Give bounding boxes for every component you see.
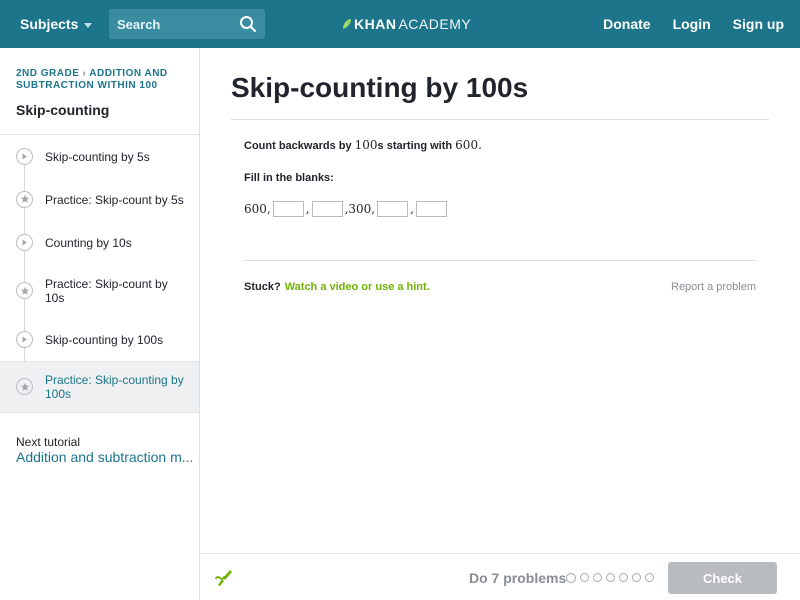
star-icon	[16, 378, 33, 395]
sequence-known-value: 300	[348, 202, 372, 216]
tutorial-sidebar: 2nd grade › Addition and subtraction withi…	[0, 48, 200, 600]
next-tutorial-label: Next tutorial	[16, 435, 81, 449]
progress-dot	[606, 573, 615, 582]
tutorial-title: Skip-counting	[16, 102, 110, 118]
donate-link[interactable]: Donate	[603, 16, 650, 32]
next-tutorial-link[interactable]: Addition and subtraction m...	[16, 449, 193, 465]
star-icon	[16, 282, 33, 299]
sequence-first-value: 600	[244, 202, 267, 216]
chevron-right-icon: ›	[82, 68, 87, 79]
prompt-period: .	[478, 138, 482, 152]
chevron-down-icon	[84, 22, 93, 28]
prompt-text: s starting with	[377, 140, 453, 152]
sidebar-item-skip-counting-by-5s[interactable]: Skip-counting by 5s	[0, 135, 199, 178]
problem-progress-dots	[566, 573, 654, 583]
comma: ,	[410, 202, 414, 216]
question-prompt: Count backwards by 100s starting with 60…	[244, 138, 482, 152]
page-title: Skip-counting by 100s	[231, 72, 529, 103]
report-problem-link[interactable]: Report a problem	[671, 281, 756, 293]
sidebar-item-counting-by-10s[interactable]: Counting by 10s	[0, 221, 199, 264]
play-icon	[16, 147, 33, 165]
signup-link[interactable]: Sign up	[733, 16, 784, 32]
logo-bold-text: KHAN	[354, 16, 397, 32]
answer-blank-4[interactable]	[415, 201, 447, 217]
divider	[244, 260, 756, 261]
subjects-menu-button[interactable]: Subjects	[20, 16, 93, 32]
prompt-text: Count backwards by	[244, 140, 352, 152]
sidebar-item-label: Practice: Skip-count by 5s	[45, 192, 184, 207]
sidebar-item-label: Practice: Skip-counting by 100s	[45, 373, 184, 401]
star-icon	[16, 190, 33, 208]
scratchpad-icon[interactable]	[214, 567, 234, 587]
comma: ,	[266, 202, 271, 216]
answer-blank-3[interactable]	[377, 201, 409, 217]
play-icon	[16, 330, 33, 348]
search-icon[interactable]	[239, 15, 257, 33]
search-box	[109, 9, 265, 39]
khan-academy-logo[interactable]: KHAN ACADEMY	[342, 16, 471, 32]
progress-dot	[645, 573, 654, 582]
leaf-icon	[343, 19, 351, 29]
stuck-row: Stuck? Watch a video or use a hint.	[244, 281, 430, 293]
fill-in-blanks-label: Fill in the blanks:	[244, 172, 334, 184]
progress-dot	[580, 573, 589, 582]
sidebar-item-practice-skip-count-5s[interactable]: Practice: Skip-count by 5s	[0, 178, 199, 221]
answer-sequence: 600, , , 300, ,	[244, 201, 449, 217]
account-nav: Donate Login Sign up	[603, 16, 784, 32]
answer-blank-1[interactable]	[272, 201, 304, 217]
tutorial-item-list: Skip-counting by 5s Practice: Skip-count…	[0, 134, 199, 413]
logo-light-text: ACADEMY	[398, 16, 472, 32]
exercise-footer: Do 7 problems Check	[200, 553, 800, 600]
sidebar-item-label: Skip-counting by 5s	[45, 149, 150, 164]
stuck-label: Stuck?	[244, 281, 281, 293]
sidebar-item-skip-counting-by-100s[interactable]: Skip-counting by 100s	[0, 318, 199, 361]
progress-dot	[632, 573, 641, 582]
sidebar-item-label: Practice: Skip-count by 10s	[45, 277, 168, 305]
check-button[interactable]: Check	[668, 562, 777, 594]
progress-dot	[593, 573, 602, 582]
answer-blank-2[interactable]	[311, 201, 343, 217]
prompt-start-value: 600	[455, 138, 479, 152]
breadcrumb: 2nd grade › Addition and subtraction withi…	[16, 68, 186, 92]
login-link[interactable]: Login	[673, 16, 711, 32]
sidebar-item-practice-skip-count-10s[interactable]: Practice: Skip-count by 10s	[0, 264, 199, 318]
sidebar-item-practice-skip-counting-100s[interactable]: Practice: Skip-counting by 100s	[0, 361, 199, 412]
divider	[231, 119, 769, 120]
comma: ,	[305, 202, 310, 216]
progress-dot	[566, 573, 576, 583]
comma: ,	[371, 202, 376, 216]
hint-link[interactable]: Watch a video or use a hint.	[285, 281, 430, 293]
progress-dot	[619, 573, 628, 582]
subjects-label: Subjects	[20, 16, 79, 32]
search-input[interactable]	[109, 9, 235, 39]
problem-count-label: Do 7 problems	[469, 570, 567, 586]
top-navigation-bar: Subjects KHANACADEMY Donate Login Sign u…	[0, 0, 800, 48]
prompt-step-value: 100	[354, 138, 378, 152]
sidebar-item-label: Counting by 10s	[45, 235, 132, 250]
breadcrumb-grade[interactable]: 2nd grade	[16, 68, 79, 79]
sidebar-item-label: Skip-counting by 100s	[45, 332, 164, 347]
play-icon	[16, 233, 33, 251]
